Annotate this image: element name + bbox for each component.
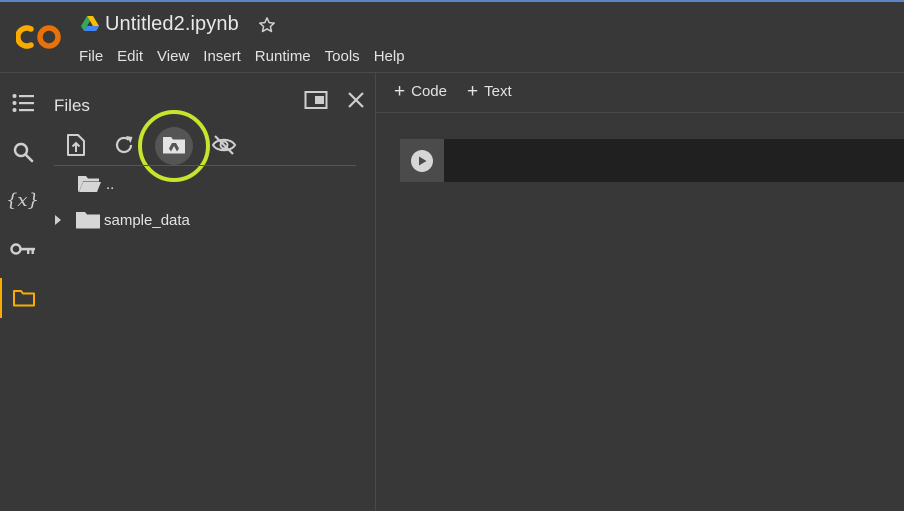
folder-icon bbox=[76, 212, 100, 229]
key-icon bbox=[9, 243, 35, 255]
colab-logo[interactable]: CO bbox=[16, 20, 64, 54]
menu-view[interactable]: View bbox=[157, 48, 196, 65]
notebook-toolbar: + Code + Text bbox=[376, 73, 904, 113]
upload-button[interactable] bbox=[60, 129, 92, 161]
cell-gutter bbox=[400, 139, 444, 182]
open-in-tab-icon bbox=[304, 91, 328, 109]
menu-edit[interactable]: Edit bbox=[117, 48, 150, 65]
toolbar-divider bbox=[54, 165, 356, 166]
code-cell[interactable] bbox=[400, 139, 904, 182]
search-icon bbox=[13, 142, 33, 163]
variables-icon: {x} bbox=[5, 189, 40, 211]
hide-files-button[interactable] bbox=[208, 129, 240, 161]
play-icon bbox=[419, 156, 427, 165]
panel-title: Files bbox=[54, 96, 90, 115]
menu-runtime[interactable]: Runtime bbox=[255, 48, 318, 65]
close-panel-button[interactable] bbox=[343, 87, 369, 113]
rail-item-variables[interactable]: {x} bbox=[0, 180, 45, 220]
visibility-off-icon bbox=[211, 135, 237, 155]
table-of-contents-icon bbox=[12, 94, 34, 112]
menu-help[interactable]: Help bbox=[374, 48, 412, 65]
add-text-button[interactable]: + Text bbox=[467, 80, 512, 102]
close-icon bbox=[348, 92, 364, 108]
add-text-label: Text bbox=[484, 83, 512, 100]
highlight-ring bbox=[138, 110, 210, 182]
star-icon[interactable] bbox=[257, 15, 277, 35]
google-drive-icon[interactable] bbox=[81, 16, 99, 32]
rail-item-table-of-contents[interactable] bbox=[0, 83, 45, 123]
open-in-tab-button[interactable] bbox=[303, 87, 329, 113]
rail-item-search[interactable] bbox=[0, 132, 45, 172]
add-code-button[interactable]: + Code bbox=[394, 80, 447, 102]
menu-file[interactable]: File bbox=[79, 48, 110, 65]
menu-tools[interactable]: Tools bbox=[325, 48, 367, 65]
side-rail: {x} bbox=[0, 73, 45, 511]
notebook-title[interactable]: Untitled2.ipynb bbox=[105, 13, 239, 36]
refresh-icon bbox=[115, 136, 133, 154]
menu-bar: File Edit View Insert Runtime Tools Help bbox=[79, 48, 419, 65]
plus-icon: + bbox=[394, 80, 406, 102]
upload-icon bbox=[67, 134, 85, 156]
rail-item-files[interactable] bbox=[0, 278, 45, 318]
rail-item-secrets[interactable] bbox=[0, 229, 45, 269]
tree-label: .. bbox=[106, 175, 115, 193]
folder-open-icon bbox=[78, 176, 101, 192]
menu-insert[interactable]: Insert bbox=[203, 48, 248, 65]
add-code-label: Code bbox=[411, 83, 447, 100]
notebook-area: + Code + Text bbox=[376, 73, 904, 511]
logo-text: CO bbox=[16, 20, 18, 21]
tree-label: sample_data bbox=[104, 211, 190, 229]
folder-icon bbox=[12, 290, 35, 307]
refresh-button[interactable] bbox=[108, 129, 140, 161]
run-cell-button[interactable] bbox=[411, 149, 433, 172]
files-panel: Files .. sample_data bbox=[45, 73, 375, 511]
plus-icon: + bbox=[467, 80, 479, 102]
chevron-right-icon[interactable] bbox=[52, 214, 64, 226]
list-item-sample-data[interactable]: sample_data bbox=[52, 207, 190, 233]
list-item-parent-folder[interactable]: .. bbox=[76, 171, 114, 197]
top-bar: CO Untitled2.ipynb File Edit View Insert… bbox=[0, 0, 904, 73]
